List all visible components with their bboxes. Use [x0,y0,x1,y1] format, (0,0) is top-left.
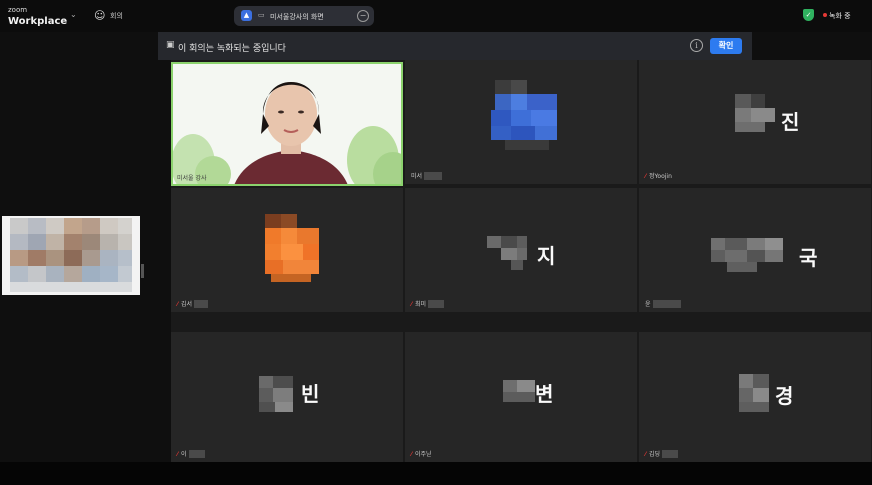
participant-name: ⁄ 김딩 [645,449,679,458]
blurred-name [424,172,443,180]
participant-name-text: 미서 [411,172,423,180]
video-tile[interactable]: 국 윤 [639,188,871,312]
avatar-blurred [265,214,319,282]
recording-notice-icon: ▣ [166,40,175,50]
participant-name-text: 김딩 [649,450,661,458]
mic-muted-icon: ⁄ [645,450,647,458]
video-tile[interactable]: 빈 ⁄ 이 [171,332,403,462]
participant-name: ⁄ 이주닏 [411,449,432,458]
participant-name: 윤 [645,299,681,308]
chevron-down-icon[interactable]: ⌄ [70,10,77,19]
participant-name: ⁄ 김서 [177,299,209,308]
participant-name: 미서 [411,171,443,180]
shield-icon[interactable]: ✓ [803,9,814,21]
mic-muted-icon: ⁄ [411,451,413,458]
zoom-logo[interactable]: zoom Workplace [8,6,68,27]
avatar-blurred [491,80,557,150]
video-gallery: 미서울 강사 미서 진 ⁄ 정Yoojin ⁄ 김서 지 ⁄ 최미 국 윤 빈 … [171,60,872,462]
logo-brand-small: zoom [8,6,28,14]
avatar-blurred [711,238,783,272]
participant-name-text: 정Yoojin [649,173,672,180]
avatar-blurred [735,94,775,132]
blurred-name [428,300,445,308]
video-tile[interactable]: ⁄ 김서 [171,188,403,312]
participant-name-text: 이주닏 [415,451,432,458]
recording-label: 녹화 중 [829,12,851,20]
screen-share-pill[interactable]: ▲ ▭ 미서울강사의 화면 − [234,6,374,26]
blurred-name [194,300,209,308]
blurred-name [662,450,679,458]
avatar-initial: 진 [781,110,800,134]
confirm-button[interactable]: 확인 [710,38,742,54]
participant-name-text: 이 [181,450,187,458]
top-toolbar: zoom Workplace ⌄ ☺ 회의 ▲ ▭ 미서울강사의 화면 − ✓ … [0,0,872,32]
participant-name-text: 윤 [645,300,651,308]
video-tile[interactable]: 변 ⁄ 이주닏 [405,332,637,462]
blurred-name [188,450,205,458]
avatar-blurred [487,236,527,270]
avatar-initial: 지 [537,244,556,268]
minus-circle-icon[interactable]: − [357,10,369,22]
video-tile[interactable]: 미서 [405,60,637,184]
mic-muted-icon: ⁄ [411,300,413,308]
participant-name: ⁄ 정Yoojin [645,171,672,180]
avatar-initial: 국 [799,246,818,270]
bottom-control-bar [0,462,872,485]
mic-muted-icon: ⁄ [645,173,647,180]
recording-notice-text: 이 회의는 녹화되는 중입니다 [178,44,286,54]
video-tile[interactable]: 지 ⁄ 최미 [405,188,637,312]
speaker-video [173,64,401,184]
participant-name: ⁄ 이 [177,449,205,458]
meeting-icon[interactable]: ☺ [94,9,105,22]
avatar-initial: 경 [775,384,794,408]
pane-resize-handle[interactable] [141,264,144,278]
blurred-name [652,300,681,308]
mic-muted-icon: ⁄ [177,300,179,308]
avatar-blurred [259,376,293,412]
screen-share-label: 미서울강사의 화면 [270,13,324,21]
camera-icon: ▭ [258,11,265,19]
participant-name-text: 김서 [181,300,193,308]
recording-dot-icon [823,13,827,17]
mic-muted-icon: ⁄ [177,450,179,458]
video-tile-speaker[interactable]: 미서울 강사 [171,62,403,186]
participant-name: 미서울 강사 [177,175,207,182]
meeting-label: 회의 [110,12,123,20]
avatar-blurred [739,374,769,412]
participant-name: ⁄ 최미 [411,299,445,308]
recording-notice-banner: ▣ 이 회의는 녹화되는 중입니다 i 확인 [158,32,752,60]
video-tile[interactable]: 경 ⁄ 김딩 [639,332,871,462]
participant-name-text: 최미 [415,300,427,308]
avatar-initial: 빈 [301,382,320,406]
avatar-blurred [503,380,535,402]
blurred-thumbnail [2,216,140,295]
screen-share-icon: ▲ [241,10,252,21]
video-tile[interactable]: 진 ⁄ 정Yoojin [639,60,871,184]
logo-brand-big: Workplace [8,16,68,27]
shared-screen-thumbnail[interactable] [2,216,140,295]
info-icon[interactable]: i [690,39,703,52]
avatar-initial: 변 [535,382,554,406]
